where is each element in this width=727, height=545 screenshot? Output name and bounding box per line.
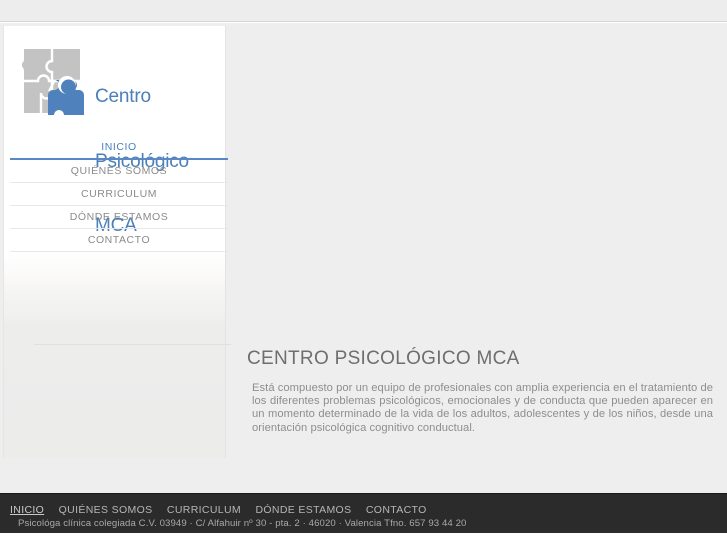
main-content: CENTRO PSICOLÓGICO MCA Está compuesto po… <box>247 348 713 435</box>
sidebar-item-donde-estamos[interactable]: DÓNDE ESTAMOS <box>10 206 228 229</box>
intro-paragraph: Está compuesto por un equipo de profesio… <box>252 382 713 434</box>
logo-line-1: Centro <box>95 86 151 107</box>
site-footer: INICIO QUIÉNES SOMOS CURRICULUM DÓNDE ES… <box>0 493 727 533</box>
page-bottom-strip <box>0 533 727 545</box>
footer-link-quienes-somos[interactable]: QUIÉNES SOMOS <box>59 504 153 516</box>
sidebar-item-curriculum[interactable]: CURRICULUM <box>10 183 228 206</box>
footer-link-contacto[interactable]: CONTACTO <box>366 504 427 516</box>
footer-legal-text: Psicológa clínica colegiada C.V. 03949 ·… <box>18 518 467 529</box>
browser-top-strip <box>0 0 727 22</box>
sidebar-item-quienes-somos[interactable]: QUIÉNES SOMOS <box>10 160 228 183</box>
sidebar-item-inicio[interactable]: INICIO <box>10 136 228 160</box>
puzzle-logo-icon <box>18 47 86 119</box>
sidebar-navigation: INICIO QUIÉNES SOMOS CURRICULUM DÓNDE ES… <box>10 136 228 252</box>
site-logo[interactable]: Centro Psicológico MCA <box>18 45 212 236</box>
page-title: CENTRO PSICOLÓGICO MCA <box>247 348 520 369</box>
sidebar-divider <box>34 344 231 345</box>
footer-navigation: INICIO QUIÉNES SOMOS CURRICULUM DÓNDE ES… <box>10 500 437 518</box>
footer-link-curriculum[interactable]: CURRICULUM <box>167 504 241 516</box>
footer-link-donde-estamos[interactable]: DÓNDE ESTAMOS <box>255 504 351 516</box>
footer-link-inicio[interactable]: INICIO <box>10 504 44 516</box>
sidebar-item-contacto[interactable]: CONTACTO <box>10 229 228 252</box>
